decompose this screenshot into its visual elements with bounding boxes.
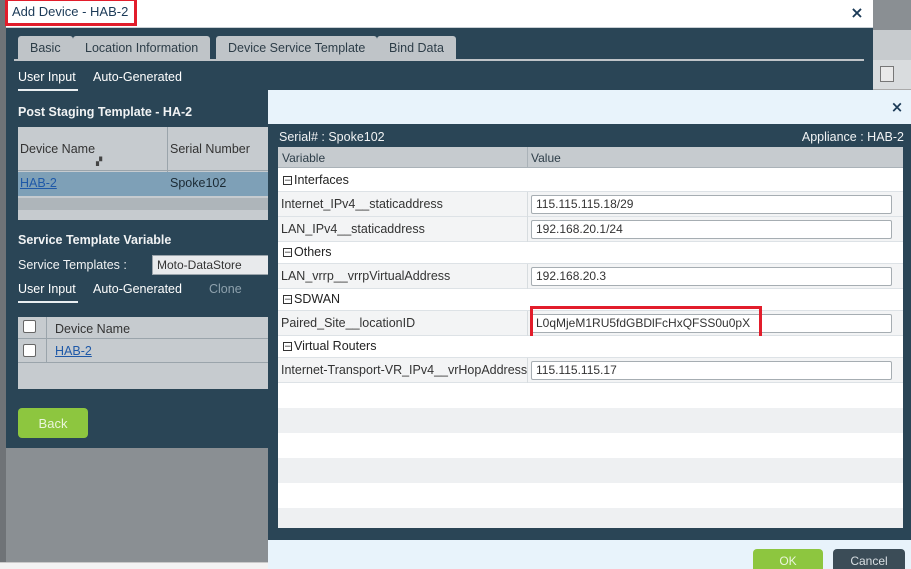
tab-location-information[interactable]: Location Information [73, 36, 211, 60]
collapse-icon[interactable]: − [283, 248, 292, 258]
device-link[interactable]: HAB-2 [55, 344, 92, 358]
variable-name: Paired_Site__locationID [281, 316, 416, 330]
back-button[interactable]: Back [18, 408, 88, 438]
variable-name: Internet-Transport-VR_IPv4__vrHopAddress [281, 363, 528, 377]
tab-bind-data[interactable]: Bind Data [377, 36, 456, 60]
empty-row [278, 433, 903, 458]
empty-row [278, 383, 903, 408]
ok-button[interactable]: OK [753, 549, 823, 569]
group-label: Virtual Routers [294, 339, 377, 353]
column-divider [527, 264, 528, 289]
group-interfaces[interactable] [278, 170, 903, 192]
empty-row [278, 458, 903, 483]
empty-row [278, 508, 903, 528]
column-divider [527, 192, 528, 217]
subtab-auto-generated[interactable]: Auto-Generated [93, 70, 182, 84]
service-templates-label: Service Templates : [18, 258, 127, 272]
value-input[interactable]: 192.168.20.3 [531, 267, 892, 286]
cancel-button[interactable]: Cancel [833, 549, 905, 569]
active-subtab-underline-2 [18, 301, 78, 303]
tab-device-service-template[interactable]: Device Service Template [216, 36, 378, 60]
collapse-icon[interactable]: − [283, 295, 292, 305]
post-staging-title: Post Staging Template - HA-2 [18, 105, 193, 119]
device-link[interactable]: HAB-2 [20, 176, 57, 190]
close-icon[interactable]: × [889, 98, 905, 116]
column-divider [46, 317, 47, 363]
subtab-clone[interactable]: Clone [209, 282, 242, 296]
column-device-name[interactable]: Device Name [55, 322, 130, 336]
group-label: SDWAN [294, 292, 341, 306]
service-template-select[interactable]: Moto-DataStore [152, 255, 272, 275]
serial-label: Serial# : Spoke102 [279, 130, 385, 144]
subtab-user-input-2[interactable]: User Input [18, 282, 76, 296]
cursor-icon: ▞ [96, 157, 103, 166]
group-others[interactable] [278, 242, 903, 264]
serial-cell: Spoke102 [170, 176, 227, 190]
value-highlight [530, 306, 762, 339]
active-subtab-underline [18, 89, 78, 91]
group-label: Others [294, 245, 332, 259]
tab-basic[interactable]: Basic [18, 36, 73, 60]
row-divider [18, 362, 278, 363]
select-all-checkbox[interactable] [23, 320, 36, 333]
row-checkbox[interactable] [23, 344, 36, 357]
column-value[interactable]: Value [531, 151, 561, 165]
column-divider [527, 311, 528, 336]
value-input[interactable]: 192.168.20.1/24 [531, 220, 892, 239]
horizontal-scrollbar[interactable] [18, 198, 278, 210]
close-icon[interactable]: × [848, 3, 866, 22]
subtab-user-input[interactable]: User Input [18, 70, 76, 84]
collapse-icon[interactable]: − [283, 176, 292, 186]
collapse-icon[interactable]: − [283, 342, 292, 352]
empty-row [278, 408, 903, 433]
column-divider [527, 147, 528, 168]
column-divider [527, 217, 528, 242]
title-highlight [5, 0, 137, 26]
variable-name: Internet_IPv4__staticaddress [281, 197, 443, 211]
table-row[interactable] [18, 172, 278, 196]
tabs-divider [14, 59, 864, 61]
value-input[interactable]: 115.115.115.17 [531, 361, 892, 380]
table-header [278, 147, 903, 168]
group-label: Interfaces [294, 173, 349, 187]
variable-name: LAN_vrrp__vrrpVirtualAddress [281, 269, 451, 283]
service-template-title: Service Template Variable [18, 233, 172, 247]
column-serial-number[interactable]: Serial Number [170, 142, 250, 156]
value-input[interactable]: 115.115.115.18/29 [531, 195, 892, 214]
column-device-name[interactable]: Device Name [20, 142, 95, 156]
subtab-auto-generated-2[interactable]: Auto-Generated [93, 282, 182, 296]
appliance-label: Appliance : HAB-2 [801, 130, 904, 144]
variable-name: LAN_IPv4__staticaddress [281, 222, 425, 236]
document-icon[interactable] [880, 66, 894, 82]
column-variable[interactable]: Variable [282, 151, 325, 165]
empty-row [278, 483, 903, 508]
